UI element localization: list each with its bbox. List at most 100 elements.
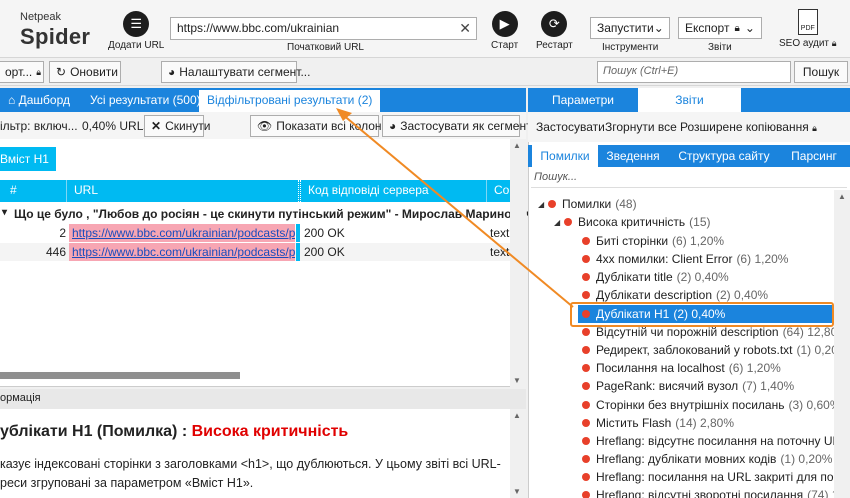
tab-h1-content[interactable]: Вміст H1 [0, 147, 56, 171]
clear-icon[interactable]: ✕ [459, 20, 471, 37]
row-url[interactable]: https://www.bbc.com/ukrainian/podcasts/p… [69, 224, 295, 242]
scroll-down-icon[interactable]: ▼ [513, 376, 521, 385]
lock-icon: 🔒︎ [36, 66, 42, 77]
tab-errors[interactable]: Помилки [532, 145, 598, 167]
tab-dashboard[interactable]: ⌂ Дашборд [0, 88, 78, 112]
urls-count: 0,40% URLs [82, 119, 150, 133]
collapse-icon[interactable]: ▾ [2, 207, 7, 218]
horizontal-scrollbar[interactable] [0, 372, 240, 379]
apply-link[interactable]: Застосувати [536, 120, 605, 134]
export-button[interactable]: орт... 🔒︎ [0, 61, 44, 83]
scroll-up-icon[interactable]: ▲ [513, 411, 521, 420]
table-row[interactable]: 2 https://www.bbc.com/ukrainian/podcasts… [0, 224, 526, 242]
table-header: # URL Код відповіді сервера Con [0, 180, 526, 202]
collapse-all-link[interactable]: Згорнути все [605, 120, 677, 134]
tab-site-structure[interactable]: Структура сайту [670, 145, 778, 167]
tree-item[interactable]: PageRank: висячий вузол (7) 1,40% [582, 377, 794, 395]
tab-parsing[interactable]: Парсинг [778, 145, 850, 167]
start-button[interactable]: ▶ Старт [491, 11, 518, 51]
error-dot-icon [582, 455, 590, 463]
scroll-down-icon[interactable]: ▼ [513, 487, 521, 496]
error-dot-icon [582, 437, 590, 445]
refresh-button[interactable]: ↻ Оновити [49, 61, 121, 83]
reset-button[interactable]: ✕ Скинути [144, 115, 211, 137]
extended-copy-link[interactable]: Розширене копіювання 🔒︎ [680, 120, 817, 134]
tree-item[interactable]: Биті сторінки (6) 1,20% [582, 232, 724, 250]
seo-audit-button[interactable]: PDF SEO аудит 🔒︎ [779, 9, 837, 49]
show-columns-button[interactable]: 👁︎ Показати всі колонки [250, 115, 393, 137]
error-dot-icon [582, 401, 590, 409]
pie-icon: ◕ [168, 65, 176, 79]
tools-dropdown[interactable]: Запустити ⌄ [590, 17, 670, 39]
error-dot-icon [548, 200, 556, 208]
tree-search-input[interactable]: Пошук... [531, 168, 847, 188]
search-input[interactable]: Пошук (Ctrl+E) [597, 61, 791, 83]
tree-item[interactable]: Hreflang: відсутні зворотні посилання (74… [582, 486, 834, 498]
add-url-label: Додати URL [108, 40, 165, 51]
url-value: https://www.bbc.com/ukrainian [177, 21, 340, 35]
add-url-button[interactable]: ☰ Додати URL [108, 11, 164, 51]
tab-all-results[interactable]: Усі результати (500) [82, 88, 209, 112]
scroll-up-icon[interactable]: ▲ [513, 141, 521, 150]
selection-highlight [570, 302, 834, 327]
col-status-code[interactable]: Код відповіді сервера [308, 183, 429, 197]
vertical-scrollbar[interactable]: ▲ ▼ [510, 139, 526, 387]
row-number: 446 [45, 245, 66, 259]
top-toolbar: Netpeak Spider ☰ Додати URL https://www.… [0, 0, 850, 58]
restart-button[interactable]: ⟳ Рестарт [536, 11, 573, 51]
error-dot-icon [582, 473, 590, 481]
restart-icon: ⟳ [541, 11, 568, 37]
tab-summary[interactable]: Зведення [598, 145, 668, 167]
error-dot-icon [582, 328, 590, 336]
filter-text: ільтр: включ... [0, 119, 78, 133]
right-tabs: Параметри Звіти [528, 88, 850, 112]
tab-reports[interactable]: Звіти [638, 88, 741, 112]
tree-item[interactable]: Посилання на localhost (6) 1,20% [582, 359, 781, 377]
home-icon: ⌂ [8, 93, 16, 107]
eye-icon: 👁︎ [257, 119, 273, 133]
collapse-icon[interactable]: ◢ [538, 200, 548, 209]
info-scrollbar[interactable]: ▲ ▼ [510, 409, 526, 498]
restart-label: Рестарт [536, 40, 573, 51]
tree-root-errors[interactable]: ◢ Помилки (48) [538, 195, 637, 213]
row-url[interactable]: https://www.bbc.com/ukrainian/podcasts/p… [69, 243, 295, 261]
error-dot-icon [582, 291, 590, 299]
tree-item[interactable]: Редирект, заблокований у robots.txt (1) 0… [582, 341, 849, 359]
url-input[interactable]: https://www.bbc.com/ukrainian ✕ [170, 17, 477, 40]
reports-caption: Звіти [708, 42, 732, 53]
tools-caption: Інструменти [602, 42, 659, 53]
tree-item[interactable]: Сторінки без внутрішніх посилань (3) 0,60… [582, 396, 841, 414]
col-url[interactable]: URL [74, 183, 98, 197]
col-num[interactable]: # [10, 183, 17, 197]
severity-label: Висока критичність [191, 423, 349, 440]
tab-parameters[interactable]: Параметри [528, 88, 638, 112]
apply-segment-button[interactable]: ◕ Застосувати як сегмент [382, 115, 532, 137]
search-button[interactable]: Пошук [794, 61, 848, 83]
error-dot-icon [582, 273, 590, 281]
error-dot-icon [582, 419, 590, 427]
pie-icon: ◕ [389, 119, 397, 133]
tree-item[interactable]: Hreflang: дублікати мовних кодів (1) 0,20… [582, 450, 832, 468]
tree-group-high[interactable]: ◢ Висока критичність (15) [554, 213, 711, 231]
results-tabs: ⌂ Дашборд Усі результати (500) Відфільтр… [0, 88, 526, 112]
tree-item[interactable]: 4xx помилки: Client Error (6) 1,20% [582, 250, 788, 268]
collapse-icon[interactable]: ◢ [554, 218, 564, 227]
segment-button[interactable]: ◕ Налаштувати сегмент... [161, 61, 310, 83]
tree-item[interactable]: Hreflang: відсутнє посилання на поточну … [582, 432, 834, 450]
error-dot-icon [582, 364, 590, 372]
tree-item[interactable]: Hreflang: посилання на URL закриті для п… [582, 468, 834, 486]
refresh-icon: ↻ [56, 65, 67, 79]
export-dropdown[interactable]: Експорт 🔒︎ ⌄ [678, 17, 762, 39]
info-description: казує індексовані сторінки з заголовками… [0, 457, 501, 490]
group-row[interactable]: ▾ Що це було , "Любов до росіян - це ски… [0, 205, 565, 223]
seo-audit-label: SEO аудит 🔒︎ [779, 38, 837, 49]
info-title: ублікати H1 (Помилка) : Висока критичніс… [0, 423, 349, 440]
scroll-up-icon[interactable]: ▲ [838, 192, 846, 201]
tree-scrollbar[interactable]: ▲ [834, 190, 850, 498]
table-row[interactable]: 446 https://www.bbc.com/ukrainian/podcas… [0, 243, 526, 261]
tab-filtered-results[interactable]: Відфільтровані результати (2) [199, 90, 381, 112]
error-dot-icon [564, 218, 572, 226]
chevron-down-icon: ⌄ [744, 21, 755, 35]
tree-item[interactable]: Дублікати title (2) 0,40% [582, 268, 729, 286]
tree-item[interactable]: Містить Flash (14) 2,80% [582, 414, 734, 432]
